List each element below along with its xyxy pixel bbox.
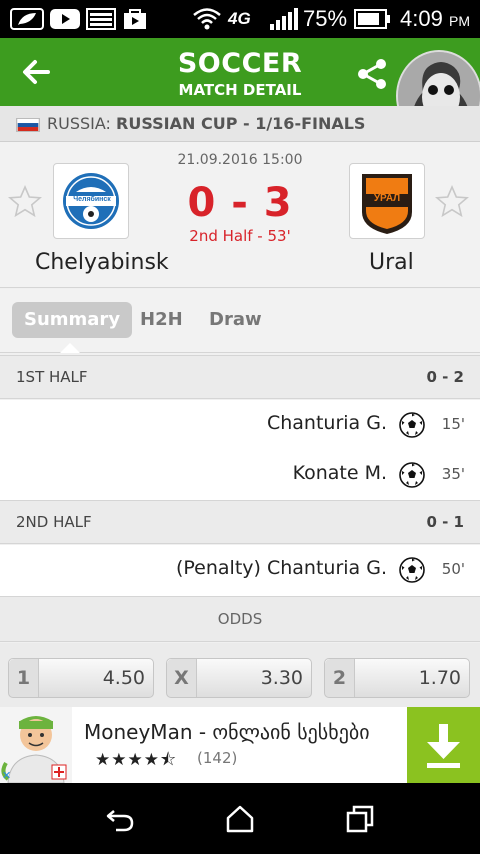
odd-draw-button[interactable]: X 3.30	[166, 658, 312, 698]
odd-value: 4.50	[102, 667, 145, 689]
odds-title: ODDS	[217, 610, 263, 628]
tab-h2h[interactable]: H2H	[140, 302, 183, 338]
leaf-notification-icon	[10, 8, 44, 30]
half-label: 1ST HALF	[16, 368, 88, 386]
battery-percent: 75%	[303, 6, 348, 31]
goal-scorer: Konate M.	[292, 462, 387, 484]
home-team-logo[interactable]: Челябинск	[53, 163, 129, 239]
gallery-notification-icon	[86, 8, 116, 30]
ad-mascot-image: ✕	[0, 707, 72, 783]
odd-label: 1	[9, 659, 39, 697]
half-label: 2ND HALF	[16, 513, 92, 531]
tab-draw[interactable]: Draw	[209, 302, 262, 338]
first-half-events: Chanturia G. 15' Konate M. 35'	[0, 400, 480, 500]
active-tab-pointer	[60, 343, 80, 353]
wifi-icon	[193, 8, 221, 30]
ad-title: MoneyMan - ონლაინ სესხები	[84, 720, 370, 744]
away-team-logo[interactable]: УРАЛ	[349, 163, 425, 239]
youtube-notification-icon	[50, 9, 80, 29]
ad-image: ✕	[0, 707, 72, 783]
system-nav-bar	[0, 783, 480, 854]
match-status: 2nd Half - 53'	[189, 227, 291, 245]
store-notification-icon	[124, 9, 146, 29]
odds-header: ODDS	[0, 596, 480, 642]
match-datetime: 21.09.2016 15:00	[177, 152, 303, 168]
recent-apps-icon[interactable]	[344, 803, 376, 835]
odd-away-button[interactable]: 2 1.70	[324, 658, 470, 698]
goal-event: Konate M. 35'	[0, 450, 480, 500]
match-header: Челябинск Chelyabinsk 21.09.2016 15:00 0…	[0, 142, 480, 288]
tab-summary[interactable]: Summary	[12, 302, 133, 338]
away-logo-text: УРАЛ	[373, 193, 401, 204]
network-type: 4G	[228, 9, 251, 28]
soccer-ball-icon	[399, 557, 425, 583]
goal-minute: 50'	[441, 560, 465, 578]
odd-label: X	[167, 659, 197, 697]
russia-flag-icon	[16, 118, 40, 132]
home-team-name[interactable]: Chelyabinsk	[35, 250, 169, 275]
goal-event: (Penalty) Chanturia G. 50'	[0, 545, 480, 595]
tournament-name: RUSSIA: RUSSIAN CUP - 1/16-FINALS	[47, 114, 366, 133]
odd-value: 1.70	[418, 667, 461, 689]
home-logo-text: Челябинск	[73, 196, 111, 203]
back-nav-icon[interactable]	[104, 803, 136, 835]
second-half-header: 2ND HALF 0 - 1	[0, 500, 480, 544]
signal-icon	[270, 8, 298, 30]
ad-download-button[interactable]	[407, 707, 480, 783]
goal-event: Chanturia G. 15'	[0, 400, 480, 450]
odd-label: 2	[325, 659, 355, 697]
away-team-name[interactable]: Ural	[369, 250, 414, 275]
odd-value: 3.30	[260, 667, 303, 689]
ad-rating-count: (142)	[197, 749, 238, 767]
half-score: 0 - 2	[426, 368, 464, 386]
clock: 4:09 PM	[400, 6, 470, 31]
goal-minute: 35'	[441, 465, 465, 483]
status-bar: 4G 75% 4:09 PM	[0, 0, 480, 38]
match-score: 0 - 3	[187, 180, 293, 226]
home-nav-icon[interactable]	[224, 803, 256, 835]
ad-banner[interactable]: ✕ MoneyMan - ონლაინ სესხები ★★★★⯪ (142)	[0, 707, 480, 783]
odds-row: 1 4.50 X 3.30 2 1.70	[0, 643, 480, 707]
half-score: 0 - 1	[426, 513, 464, 531]
battery-icon	[354, 9, 390, 29]
share-icon[interactable]	[354, 56, 390, 92]
download-icon	[427, 724, 460, 768]
svg-text:✕: ✕	[2, 769, 11, 782]
goal-scorer: (Penalty) Chanturia G.	[175, 557, 387, 579]
goal-scorer: Chanturia G.	[266, 412, 387, 434]
favorite-away-star-icon[interactable]	[434, 184, 470, 220]
soccer-ball-icon	[399, 412, 425, 438]
first-half-header: 1ST HALF 0 - 2	[0, 355, 480, 399]
ad-rating-stars-icon: ★★★★⯪	[95, 750, 178, 769]
second-half-events: (Penalty) Chanturia G. 50'	[0, 545, 480, 596]
favorite-home-star-icon[interactable]	[7, 184, 43, 220]
soccer-ball-icon	[399, 462, 425, 488]
tournament-bar[interactable]: RUSSIA: RUSSIAN CUP - 1/16-FINALS	[0, 106, 480, 142]
odd-home-button[interactable]: 1 4.50	[8, 658, 154, 698]
goal-minute: 15'	[441, 415, 465, 433]
